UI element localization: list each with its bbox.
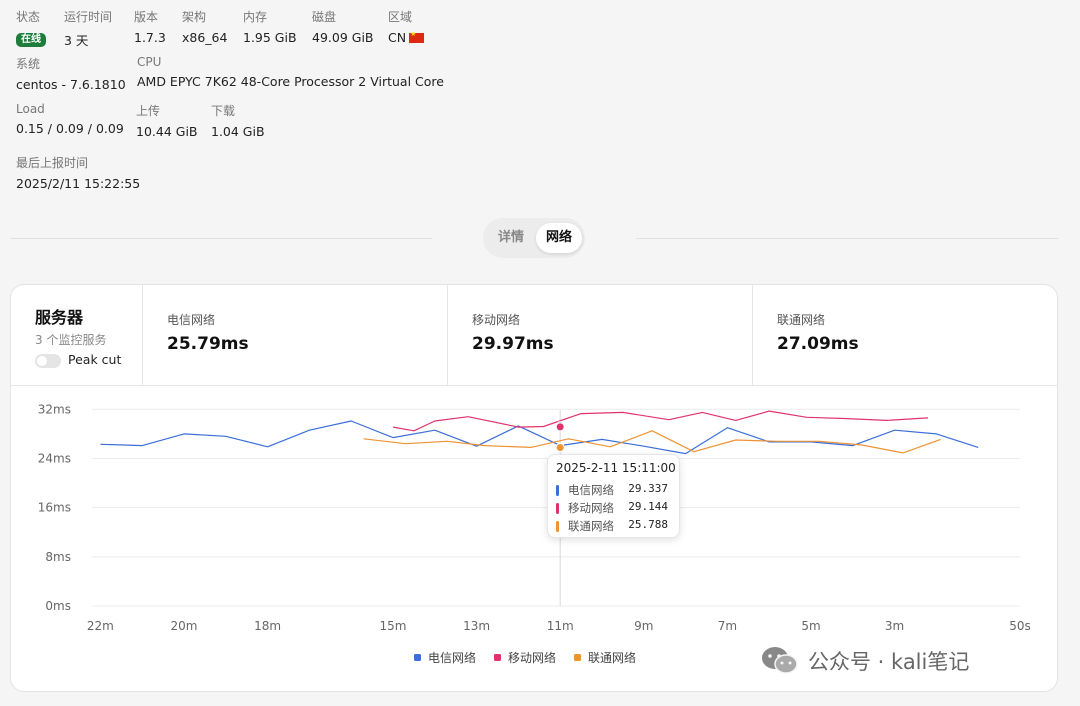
version-field: 版本 1.7.3: [134, 8, 166, 45]
tooltip-series-value: 29.144: [628, 500, 668, 513]
memory-field: 内存 1.95 GiB: [243, 8, 297, 45]
chart-tooltip: 2025-2-11 15:11:00 电信网络 29.337 移动网络 29.1…: [547, 454, 680, 538]
china-flag-icon: [409, 30, 425, 43]
last-report-field: 最后上报时间 2025/2/11 15:22:55: [16, 154, 140, 191]
tooltip-series-name: 电信网络: [568, 483, 614, 497]
disk-value: 49.09 GiB: [312, 30, 374, 45]
download-field: 下载 1.04 GiB: [211, 102, 265, 139]
upload-label: 上传: [136, 104, 161, 118]
tooltip-series-value: 29.337: [628, 482, 668, 495]
disk-field: 磁盘 49.09 GiB: [312, 8, 374, 45]
view-tabs: 详情 网络: [483, 218, 585, 258]
tooltip-marker: [556, 485, 559, 496]
status-label: 状态: [16, 10, 41, 24]
server-title: 服务器: [35, 308, 84, 327]
region-value: CN: [388, 30, 407, 45]
version-label: 版本: [134, 10, 159, 24]
cpu-label: CPU: [137, 55, 162, 69]
status-field: 状态 在线: [16, 8, 46, 47]
system-value: centos - 7.6.1810: [16, 77, 126, 92]
server-summary: 服务器 3 个监控服务 Peak cut: [11, 285, 143, 386]
monitor-count: 3 个监控服务: [35, 333, 107, 347]
upload-field: 上传 10.44 GiB: [136, 102, 198, 139]
tooltip-series-value: 25.788: [628, 518, 668, 531]
metric-mobile-name: 移动网络: [472, 313, 521, 327]
stats-row: 服务器 3 个监控服务 Peak cut 电信网络 25.79ms 移动网络 2…: [11, 285, 1057, 386]
cpu-field: CPU AMD EPYC 7K62 48-Core Processor 2 Vi…: [137, 55, 444, 89]
metric-mobile[interactable]: 移动网络 29.97ms: [448, 285, 753, 386]
load-value: 0.15 / 0.09 / 0.09: [16, 121, 124, 136]
tab-details[interactable]: 详情: [487, 223, 535, 253]
metric-telecom-value: 25.79ms: [167, 334, 249, 354]
status-badge: 在线: [16, 33, 46, 47]
memory-label: 内存: [243, 10, 268, 24]
metric-unicom-value: 27.09ms: [777, 334, 859, 354]
tooltip-title: 2025-2-11 15:11:00: [556, 461, 676, 475]
uptime-label: 运行时间: [64, 10, 113, 24]
divider-right: [636, 238, 1058, 239]
tooltip-series-name: 联通网络: [568, 519, 614, 533]
tab-network[interactable]: 网络: [536, 223, 582, 253]
tooltip-marker: [556, 503, 559, 514]
cpu-value: AMD EPYC 7K62 48-Core Processor 2 Virtua…: [137, 74, 444, 89]
region-label: 区域: [388, 10, 413, 24]
last-report-value: 2025/2/11 15:22:55: [16, 176, 141, 191]
download-value: 1.04 GiB: [211, 124, 265, 139]
watermark-text: 公众号 · kali笔记: [808, 650, 970, 674]
system-label: 系统: [16, 57, 41, 71]
version-value: 1.7.3: [134, 30, 166, 45]
download-label: 下载: [211, 104, 236, 118]
last-report-label: 最后上报时间: [16, 156, 89, 170]
system-field: 系统 centos - 7.6.1810: [16, 55, 126, 92]
region-field: 区域 CN: [388, 8, 425, 45]
metric-telecom[interactable]: 电信网络 25.79ms: [143, 285, 448, 386]
uptime-value: 3 天: [64, 33, 89, 48]
arch-value: x86_64: [182, 30, 228, 45]
tooltip-row: 联通网络 25.788: [556, 518, 676, 534]
network-card: 服务器 3 个监控服务 Peak cut 电信网络 25.79ms 移动网络 2…: [10, 284, 1058, 692]
metric-unicom[interactable]: 联通网络 27.09ms: [753, 285, 1057, 386]
arch-label: 架构: [182, 10, 207, 24]
load-label: Load: [16, 102, 45, 116]
uptime-field: 运行时间 3 天: [64, 8, 112, 49]
disk-label: 磁盘: [312, 10, 337, 24]
wechat-icon: [762, 647, 798, 674]
load-field: Load 0.15 / 0.09 / 0.09: [16, 102, 124, 136]
memory-value: 1.95 GiB: [243, 30, 297, 45]
metric-unicom-name: 联通网络: [777, 313, 826, 327]
tooltip-row: 移动网络 29.144: [556, 500, 676, 516]
peak-cut-label: Peak cut: [68, 352, 122, 367]
upload-value: 10.44 GiB: [136, 124, 198, 139]
tooltip-marker: [556, 521, 559, 532]
peak-cut-toggle[interactable]: [35, 354, 61, 368]
divider-left: [10, 238, 432, 239]
tooltip-series-name: 移动网络: [568, 501, 614, 515]
metric-telecom-name: 电信网络: [167, 313, 216, 327]
metric-mobile-value: 29.97ms: [472, 334, 554, 354]
tooltip-row: 电信网络 29.337: [556, 482, 676, 498]
arch-field: 架构 x86_64: [182, 8, 227, 45]
